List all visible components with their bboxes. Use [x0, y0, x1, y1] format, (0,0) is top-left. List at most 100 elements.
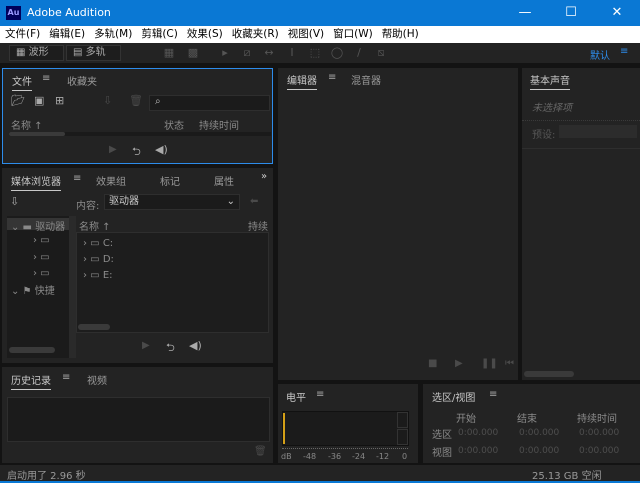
brush-icon[interactable]: / — [352, 46, 366, 60]
move-tool-icon[interactable]: ▸ — [218, 46, 232, 60]
selection-view-panel: 选区/视图 ≡ 开始 结束 持续时间 选区 0:00.000 0:00.000 … — [423, 384, 640, 463]
horizontal-scrollbar[interactable] — [524, 371, 574, 377]
skip-start-icon[interactable]: ⏮ — [505, 358, 514, 369]
tab-media-browser[interactable]: 媒体浏览器 — [11, 173, 61, 191]
search-input[interactable]: ⌕ — [149, 95, 270, 111]
lasso-icon[interactable]: ◯ — [330, 46, 344, 60]
chevron-down-icon: ⌄ — [226, 196, 235, 207]
multitrack-label: 多轨 — [85, 47, 106, 58]
slip-tool-icon[interactable]: ↔ — [262, 46, 276, 60]
tab-history[interactable]: 历史记录 — [11, 372, 51, 390]
tab-video[interactable]: 视频 — [87, 372, 107, 387]
tab-editor[interactable]: 编辑器 — [287, 72, 317, 90]
import-icon[interactable]: ▣ — [34, 94, 44, 107]
waveform-button[interactable]: ▦ 波形 — [9, 45, 64, 61]
menu-clip[interactable]: 剪辑(C) — [141, 26, 178, 43]
panel-menu-icon[interactable]: ≡ — [62, 372, 70, 383]
tab-effects-rack[interactable]: 效果组 — [96, 173, 126, 188]
workspace-menu-icon[interactable]: ≡ — [620, 46, 628, 57]
selection-view-title: 选区/视图 — [432, 393, 476, 404]
import-media-icon[interactable]: ⇩ — [10, 195, 19, 208]
clip-indicator[interactable] — [397, 412, 408, 428]
list-scrollbar[interactable] — [78, 324, 110, 330]
menu-view[interactable]: 视图(V) — [288, 26, 324, 43]
menu-help[interactable]: 帮助(H) — [382, 26, 419, 43]
autoplay-icon[interactable]: ◀) — [189, 339, 202, 352]
menu-favorites[interactable]: 收藏夹(R) — [232, 26, 279, 43]
maximize-button[interactable]: ☐ — [548, 0, 594, 26]
column-duration[interactable]: 持续时间 — [199, 117, 239, 132]
row-selection-label: 选区 — [432, 430, 452, 441]
play-icon[interactable]: ▶ — [109, 144, 117, 155]
title-bar: Au Adobe Audition — ☐ ✕ — [0, 0, 640, 26]
list-item[interactable]: › ▭ E: — [83, 270, 113, 281]
stop-icon[interactable]: ■ — [428, 358, 437, 369]
workspace-default[interactable]: 默认 — [590, 47, 610, 62]
new-file-icon[interactable]: ⊞ — [55, 94, 64, 107]
tree-item-drive[interactable]: › ▭ — [33, 252, 50, 263]
selection-duration[interactable]: 0:00.000 — [579, 428, 619, 438]
clip-indicator[interactable] — [397, 429, 408, 445]
open-folder-icon[interactable]: 📂︎ — [11, 94, 25, 107]
menu-file[interactable]: 文件(F) — [5, 26, 40, 43]
panel-menu-icon[interactable]: ≡ — [316, 389, 324, 400]
time-selection-icon[interactable]: I — [285, 46, 299, 60]
view-duration[interactable]: 0:00.000 — [579, 446, 619, 456]
spectral-pitch-icon[interactable]: ▩ — [186, 46, 200, 60]
tab-properties[interactable]: 属性 — [214, 173, 234, 188]
content-dropdown[interactable]: 驱动器 ⌄ — [104, 194, 240, 210]
back-icon[interactable]: ⬅ — [250, 196, 258, 207]
panel-menu-icon[interactable]: ≡ — [42, 73, 50, 84]
close-button[interactable]: ✕ — [594, 0, 640, 26]
razor-tool-icon[interactable]: ⧄ — [240, 46, 254, 60]
selection-start[interactable]: 0:00.000 — [458, 428, 498, 438]
tab-essential-sound[interactable]: 基本声音 — [530, 72, 570, 90]
marquee-icon[interactable]: ⬚ — [308, 46, 322, 60]
window-title: Adobe Audition — [27, 6, 111, 19]
selection-end[interactable]: 0:00.000 — [519, 428, 559, 438]
loop-icon[interactable]: ⮌ — [166, 339, 175, 358]
column-name[interactable]: 名称 ↑ — [11, 117, 43, 132]
column-duration[interactable]: 持续 — [248, 218, 268, 233]
waveform-label: 波形 — [28, 47, 49, 58]
more-tabs-icon[interactable]: » — [261, 171, 267, 182]
list-item[interactable]: › ▭ D: — [83, 254, 114, 265]
view-start[interactable]: 0:00.000 — [458, 446, 498, 456]
spectral-frequency-icon[interactable]: ▦ — [162, 46, 176, 60]
tab-favorites[interactable]: 收藏夹 — [67, 73, 97, 88]
minimize-button[interactable]: — — [502, 0, 548, 26]
tree-scrollbar[interactable] — [9, 347, 55, 353]
tab-markers[interactable]: 标记 — [160, 173, 180, 188]
tree-item-drive[interactable]: › ▭ — [33, 235, 50, 246]
pause-icon[interactable]: ❚❚ — [481, 358, 498, 369]
loop-icon[interactable]: ⮌ — [132, 143, 141, 162]
tree-item-drives[interactable]: ⌄ ▬ 驱动器 — [11, 218, 65, 233]
column-status[interactable]: 状态 — [164, 117, 184, 132]
tab-mixer[interactable]: 混音器 — [351, 72, 381, 87]
tree-item-drive[interactable]: › ▭ — [33, 268, 50, 279]
column-name[interactable]: 名称 ↑ — [79, 218, 111, 233]
splitter[interactable] — [69, 216, 76, 358]
menu-window[interactable]: 窗口(W) — [333, 26, 373, 43]
horizontal-scrollbar[interactable] — [9, 132, 271, 136]
app-logo: Au — [6, 6, 21, 20]
panel-menu-icon[interactable]: ≡ — [328, 72, 336, 83]
list-item[interactable]: › ▭ C: — [83, 238, 113, 249]
multitrack-button[interactable]: ▤ 多轨 — [66, 45, 121, 61]
play-icon[interactable]: ▶ — [455, 358, 463, 369]
panel-menu-icon[interactable]: ≡ — [489, 389, 497, 400]
view-end[interactable]: 0:00.000 — [519, 446, 559, 456]
menu-effects[interactable]: 效果(S) — [187, 26, 223, 43]
menu-multitrack[interactable]: 多轨(M) — [94, 26, 132, 43]
tab-files[interactable]: 文件 — [12, 73, 32, 91]
levels-panel: 电平 ≡ dB -48 -36 -24 -12 0 — [278, 384, 418, 463]
delete-icon[interactable]: 🗑︎ — [254, 446, 267, 457]
play-icon[interactable]: ▶ — [142, 340, 150, 351]
drive-label: E: — [102, 270, 113, 281]
autoplay-icon[interactable]: ◀) — [155, 143, 168, 156]
tree-item-shortcuts[interactable]: ⌄ ⚑ 快捷 — [11, 282, 55, 297]
healing-brush-icon[interactable]: ⧅ — [374, 46, 388, 60]
tree-label: 驱动器 — [35, 222, 66, 233]
panel-menu-icon[interactable]: ≡ — [73, 173, 81, 184]
menu-edit[interactable]: 编辑(E) — [49, 26, 85, 43]
